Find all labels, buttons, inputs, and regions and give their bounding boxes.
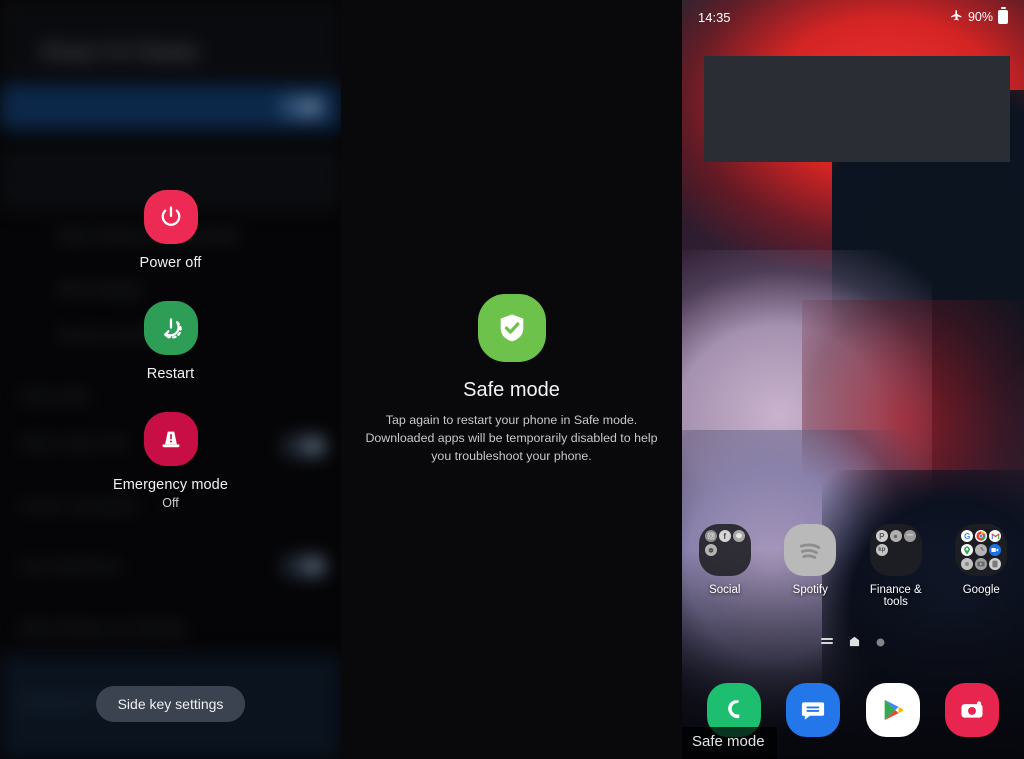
message-icon[interactable]	[786, 683, 841, 737]
home-icon[interactable]	[849, 634, 860, 652]
reddit-mini-icon	[704, 544, 717, 556]
empty-slot	[904, 544, 916, 556]
empty-slot	[904, 558, 916, 570]
page-dot[interactable]	[876, 634, 885, 652]
app-spotify[interactable]: Spotify	[772, 524, 848, 608]
emergency-cone-icon[interactable]	[143, 412, 198, 466]
spotify-icon[interactable]	[784, 524, 837, 576]
restart-option[interactable]: Restart	[0, 301, 341, 382]
finance-folder-icon[interactable]: P kp	[869, 524, 922, 576]
play-store-icon[interactable]	[865, 683, 920, 737]
power-menu-panel: Always On Display Tap to show for 10 sec…	[0, 0, 341, 759]
messenger-mini-icon	[732, 530, 745, 542]
power-off-label: Power off	[139, 255, 202, 271]
home-screen-panel: 14:35 90% f Social Spotify P kp Finance …	[682, 0, 1024, 759]
safe-mode-title: Safe mode	[463, 378, 560, 401]
wallet-mini-icon	[903, 530, 916, 542]
keepass-mini-icon: kp	[875, 544, 888, 556]
empty-slot	[733, 558, 745, 570]
power-menu-options: Power off Restart Emergency mode Off	[0, 190, 341, 540]
blank-widget[interactable]	[704, 56, 1010, 162]
safe-mode-toast: Safe mode	[682, 727, 777, 759]
status-bar: 14:35 90%	[682, 0, 1024, 34]
app-list-icon[interactable]	[821, 634, 833, 652]
folder-google[interactable]: G Google	[943, 524, 1019, 608]
folder-finance-label: Finance & tools	[869, 584, 922, 608]
blurred-row-8: Auto brightness	[18, 558, 123, 575]
paypal-mini-icon: P	[875, 530, 888, 542]
battery-percent-label: 90%	[967, 10, 993, 24]
blurred-row-9: About Always On Display	[18, 620, 186, 637]
empty-slot	[890, 558, 902, 570]
google-mini-icon: G	[961, 530, 974, 542]
power-off-option[interactable]: Power off	[0, 190, 341, 271]
app-spotify-label: Spotify	[792, 584, 828, 596]
restart-label: Restart	[146, 366, 195, 382]
side-key-settings-button[interactable]: Side key settings	[95, 686, 246, 722]
empty-slot	[705, 558, 717, 570]
three-panel-screenshot: Always On Display Tap to show for 10 sec…	[0, 0, 1024, 759]
power-icon[interactable]	[143, 190, 198, 244]
gmail-mini-icon	[989, 530, 1002, 542]
folder-social[interactable]: f Social	[687, 524, 763, 608]
status-time: 14:35	[698, 9, 731, 25]
folder-finance-tools[interactable]: P kp Finance & tools	[858, 524, 934, 608]
folder-google-label: Google	[962, 584, 1000, 596]
safe-mode-panel: Safe mode Tap again to restart your phon…	[341, 0, 682, 759]
emergency-mode-label: Emergency mode	[112, 477, 229, 493]
blurred-row-title: Always On Display	[40, 42, 199, 63]
photos-mini-icon	[961, 558, 974, 570]
folder-social-label: Social	[709, 584, 741, 596]
keep-mini-icon	[989, 558, 1002, 570]
empty-slot	[719, 544, 731, 556]
youtube-mini-icon	[975, 558, 988, 570]
drive-mini-icon	[975, 544, 988, 556]
empty-slot	[733, 544, 745, 556]
facebook-mini-icon: f	[718, 530, 731, 542]
empty-slot	[876, 558, 888, 570]
emergency-mode-option[interactable]: Emergency mode Off	[0, 412, 341, 510]
maps-mini-icon	[961, 544, 974, 556]
empty-slot	[890, 544, 902, 556]
chrome-mini-icon	[975, 530, 988, 542]
camera-icon[interactable]	[945, 683, 1000, 737]
google-folder-icon[interactable]: G	[955, 524, 1008, 576]
social-folder-icon[interactable]: f	[698, 524, 751, 576]
meet-mini-icon	[989, 544, 1002, 556]
shield-check-icon	[477, 293, 546, 362]
empty-slot	[719, 558, 731, 570]
page-indicator	[682, 634, 1024, 652]
safe-mode-description: Tap again to restart your phone in Safe …	[365, 412, 658, 464]
app-grid-row: f Social Spotify P kp Finance & tools G …	[682, 524, 1024, 608]
battery-full-icon	[998, 7, 1008, 24]
emergency-mode-state: Off	[162, 496, 179, 510]
instagram-mini-icon	[704, 530, 717, 542]
restart-icon[interactable]	[143, 301, 198, 355]
airplane-mode-icon	[950, 9, 963, 25]
bank-mini-icon	[889, 530, 902, 542]
